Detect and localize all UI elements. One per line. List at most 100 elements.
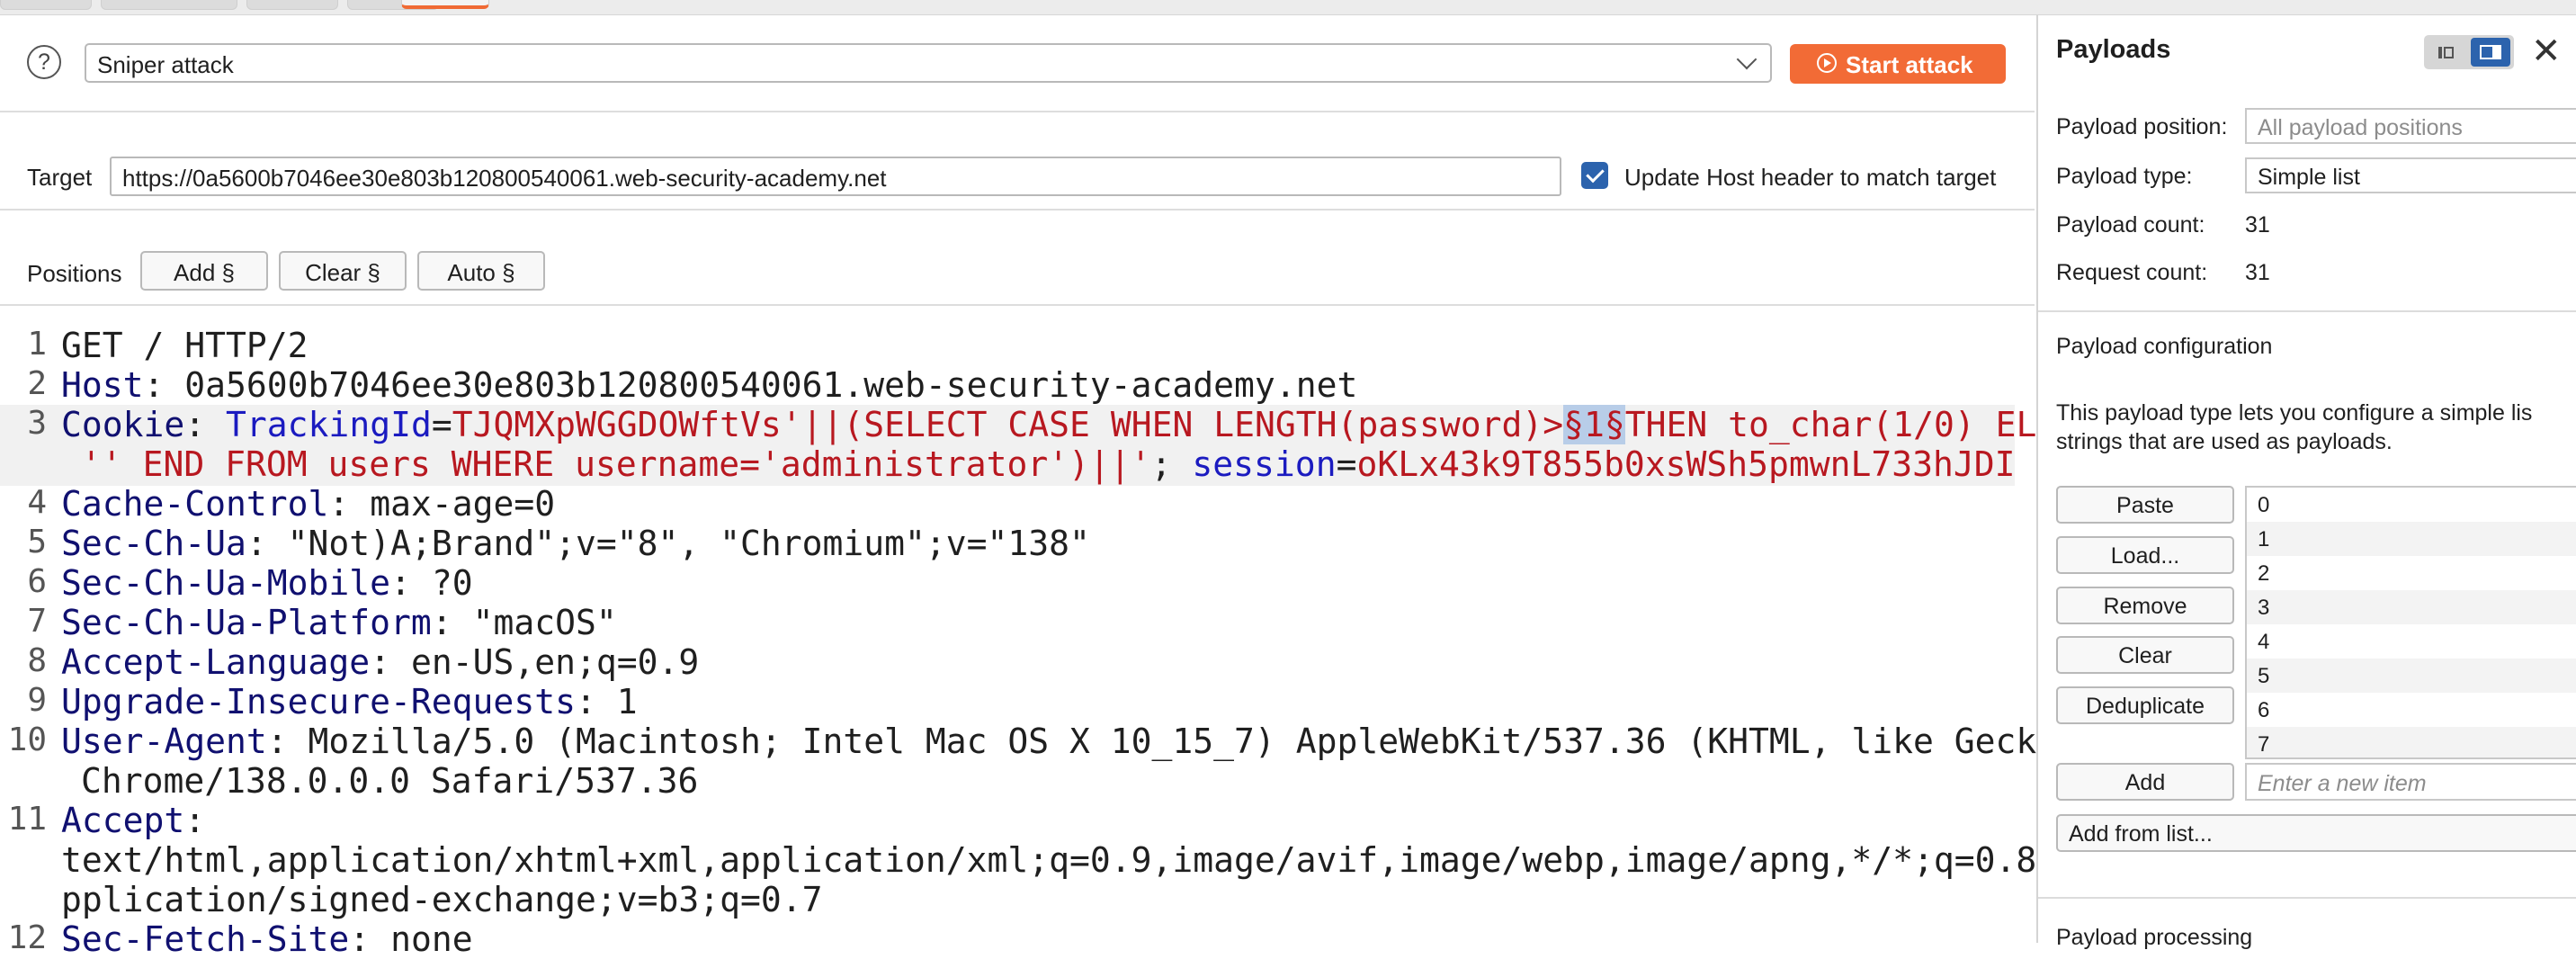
header-value: Mozilla/5.0 (Macintosh; Intel Mac OS X 1…: [287, 721, 2079, 761]
divider: [2038, 310, 2576, 312]
line-number: 6: [27, 563, 47, 600]
equals: =: [431, 405, 452, 444]
header-value: ?0: [410, 563, 473, 603]
target-row: Target https://0a5600b7046ee30e803b12080…: [0, 112, 2035, 211]
attack-type-row: ? Sniper attack Start attack: [0, 15, 2035, 112]
colon: :: [266, 721, 288, 761]
line-number: 8: [27, 642, 47, 679]
target-url-value: https://0a5600b7046ee30e803b120800540061…: [122, 165, 887, 192]
top-tab-active[interactable]: [401, 0, 489, 9]
line-number: 1: [27, 326, 47, 363]
auto-position-button[interactable]: Auto §: [417, 251, 545, 291]
clear-positions-button[interactable]: Clear §: [279, 251, 407, 291]
payload-count-label: Payload count:: [2056, 212, 2205, 238]
line-number: 5: [27, 524, 47, 560]
payload-position-label: Payload position:: [2056, 114, 2228, 139]
code-text: Upgrade-Insecure-Requests: 1: [61, 682, 638, 721]
payload-configuration-title: Payload configuration: [2056, 334, 2273, 359]
payload-position-select[interactable]: All payload positions: [2245, 108, 2576, 144]
code-text: pplication/signed-exchange;v=b3;q=0.7: [61, 880, 822, 919]
chevron-down-icon: [1736, 49, 1758, 70]
payloads-panel: Payloads ✕ Payload position: All payload…: [2036, 15, 2576, 950]
header-name: Accept-Language: [61, 642, 371, 682]
header-name: User-Agent: [61, 721, 267, 761]
line-number: 7: [27, 603, 47, 640]
line-number: 4: [27, 484, 47, 521]
positions-toolbar: Positions Add § Clear § Auto §: [0, 211, 2035, 306]
payload-type-select[interactable]: Simple list: [2245, 157, 2576, 193]
code-text: GET / HTTP/2: [61, 326, 309, 365]
intruder-attack-panel: ? Sniper attack Start attack Target http…: [0, 15, 2078, 959]
cookie-value: oKLx43k9T855b0xsWSh5pmwnL733hJDI: [1356, 444, 2016, 484]
code-text: Chrome/138.0.0.0 Safari/537.36: [81, 761, 698, 801]
update-host-checkbox[interactable]: [1581, 162, 1608, 189]
payload-list[interactable]: 0 1 2 3 4 5 6 7: [2245, 486, 2576, 759]
cookie-value: TJQMXpWGGDOWftVs'||(SELECT CASE WHEN LEN…: [452, 405, 1564, 444]
header-name: Sec-Fetch-Site: [61, 919, 350, 959]
list-item[interactable]: 3: [2247, 590, 2576, 624]
code-text: Sec-Ch-Ua-Mobile: ?0: [61, 563, 473, 603]
split-layout-icon[interactable]: [2471, 38, 2510, 67]
cookie-value: THEN to_char(1/0) ELSE: [1624, 405, 2079, 444]
payloads-title: Payloads: [2056, 35, 2171, 64]
attack-type-select[interactable]: Sniper attack: [85, 43, 1772, 83]
equals: =: [1336, 444, 1357, 484]
payload-configuration-desc: This payload type lets you configure a s…: [2056, 400, 2533, 426]
help-icon[interactable]: ?: [27, 45, 61, 79]
top-tab[interactable]: [0, 0, 92, 10]
list-item[interactable]: 5: [2247, 659, 2576, 693]
header-value: pplication/signed-exchange;v=b3;q=0.7: [61, 880, 823, 919]
header-value: "macOS": [452, 603, 617, 642]
header-value: 1: [595, 682, 638, 721]
list-item[interactable]: 4: [2247, 624, 2576, 659]
start-attack-button[interactable]: Start attack: [1790, 44, 2006, 84]
close-icon[interactable]: ✕: [2531, 33, 2562, 69]
code-text: Accept:: [61, 801, 205, 840]
target-url-input[interactable]: https://0a5600b7046ee30e803b120800540061…: [110, 157, 1561, 196]
colon: :: [328, 484, 350, 524]
clear-button[interactable]: Clear: [2056, 636, 2234, 674]
cookie-name: session: [1192, 444, 1337, 484]
list-item[interactable]: 6: [2247, 693, 2576, 727]
payload-type-label: Payload type:: [2056, 164, 2193, 189]
list-item-text: 2: [2258, 561, 2270, 586]
top-tab[interactable]: [246, 0, 338, 10]
list-item[interactable]: 0: [2247, 488, 2576, 522]
colon: :: [349, 919, 371, 959]
request-editor[interactable]: 1 GET / HTTP/2 2 Host: 0a5600b7046ee30e8…: [0, 306, 2078, 959]
list-item-text: 3: [2258, 596, 2270, 620]
top-tab[interactable]: [101, 0, 237, 10]
payload-configuration-desc: strings that are used as payloads.: [2056, 429, 2393, 454]
divider: [2038, 897, 2576, 899]
list-item[interactable]: 7: [2247, 727, 2576, 757]
new-item-input[interactable]: Enter a new item: [2245, 763, 2576, 801]
remove-button[interactable]: Remove: [2056, 587, 2234, 624]
payload-position-marker[interactable]: §1§: [1563, 405, 1625, 444]
code-text: '' END FROM users WHERE username='admini…: [81, 444, 2016, 484]
request-count-value: 31: [2245, 260, 2270, 285]
update-host-label: Update Host header to match target: [1624, 164, 1997, 191]
colon: :: [184, 801, 206, 840]
code-text: Sec-Ch-Ua-Platform: "macOS": [61, 603, 617, 642]
payload-type-value: Simple list: [2258, 165, 2360, 190]
header-name: Sec-Ch-Ua-Mobile: [61, 563, 391, 603]
load-button[interactable]: Load...: [2056, 536, 2234, 574]
line-number: 2: [27, 365, 47, 402]
list-item[interactable]: 2: [2247, 556, 2576, 590]
paste-button[interactable]: Paste: [2056, 486, 2234, 524]
request-method-line: GET / HTTP/2: [61, 326, 309, 365]
add-item-button[interactable]: Add: [2056, 763, 2234, 801]
add-from-list-dropdown[interactable]: Add from list...: [2056, 814, 2576, 852]
code-text: Sec-Ch-Ua: "Not)A;Brand";v="8", "Chromiu…: [61, 524, 1090, 563]
list-layout-icon[interactable]: [2428, 39, 2464, 66]
list-item-text: 6: [2258, 698, 2270, 722]
add-position-button[interactable]: Add §: [140, 251, 268, 291]
header-name: Cache-Control: [61, 484, 329, 524]
deduplicate-button[interactable]: Deduplicate: [2056, 686, 2234, 724]
header-name: Sec-Ch-Ua-Platform: [61, 603, 432, 642]
list-item[interactable]: 1: [2247, 522, 2576, 556]
code-text: Accept-Language: en-US,en;q=0.9: [61, 642, 699, 682]
colon: :: [246, 524, 267, 563]
list-item-text: 0: [2258, 493, 2270, 517]
layout-toggle[interactable]: [2424, 35, 2514, 69]
